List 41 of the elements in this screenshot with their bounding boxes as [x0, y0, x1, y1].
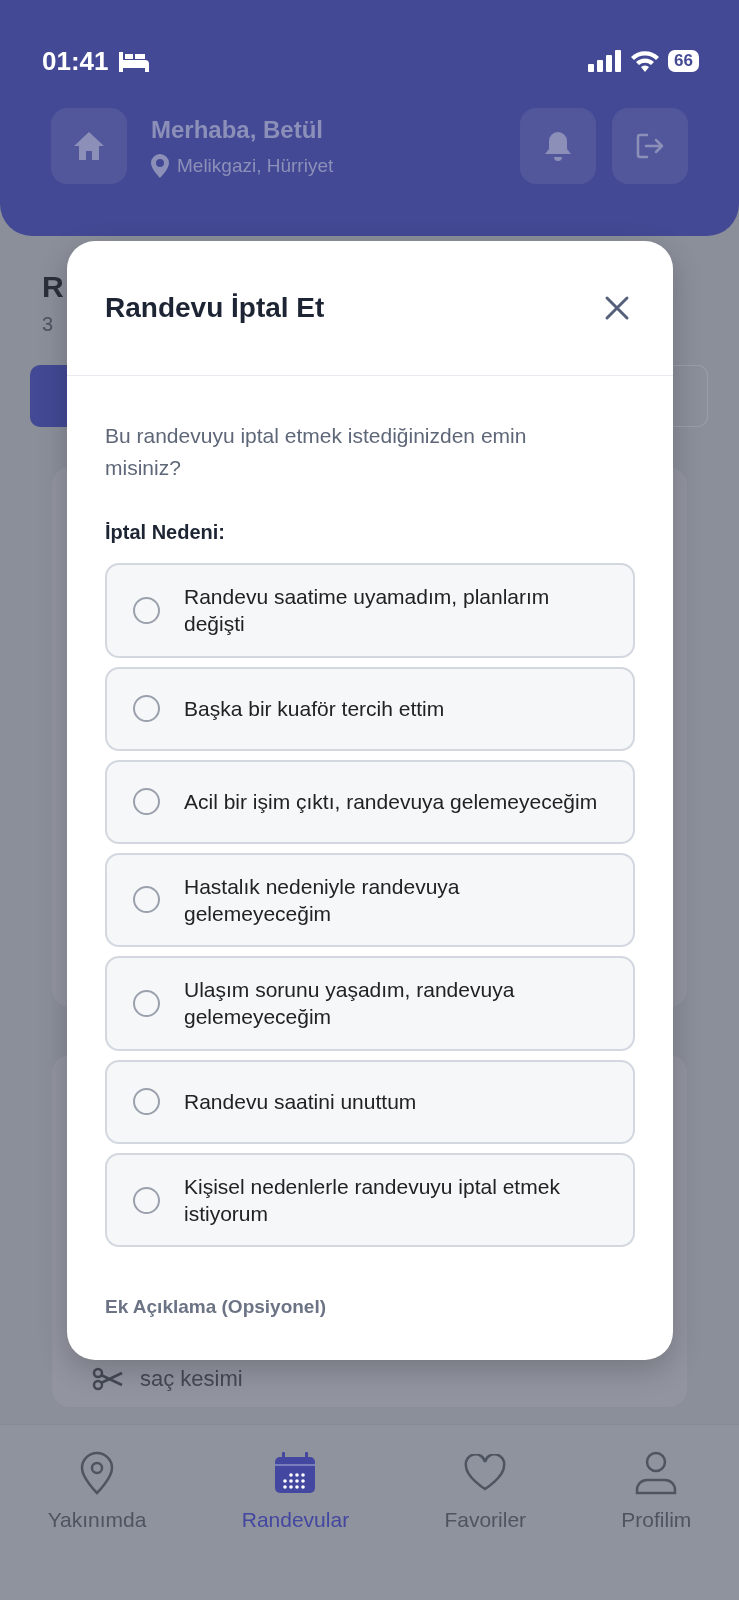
radio-button[interactable] — [133, 990, 160, 1017]
bell-icon — [544, 130, 572, 162]
battery-indicator: 66 — [668, 50, 699, 72]
page-title: R — [42, 269, 64, 305]
reason-option[interactable]: Randevu saatime uyamadım, planlarım değişti — [105, 563, 635, 658]
location-text: Melikgazi, Hürriyet — [177, 153, 334, 178]
radio-button[interactable] — [133, 1186, 160, 1214]
dialog-title: Randevu İptal Et — [105, 291, 325, 325]
reason-option[interactable]: Hastalık nedeniyle randevuya gelemeyeceğim — [105, 852, 635, 948]
confirmation-question: Bu randevuyu iptal etmek istediğinizden emin misiniz? — [105, 423, 528, 481]
page-subtitle: 3 — [42, 312, 54, 337]
wifi-icon — [630, 50, 661, 72]
radio-button[interactable] — [133, 788, 160, 816]
reason-option[interactable]: Ulaşım sorunu yaşadım, randevuya gelemeyeceğim — [105, 956, 635, 1051]
reason-option[interactable]: Acil bir işim çıktı, randevuya gelemeyeceğim — [105, 759, 635, 844]
reason-label: İptal Nedeni: — [105, 520, 226, 545]
logout-button[interactable] — [612, 108, 688, 184]
home-icon — [72, 130, 106, 162]
heart-icon — [464, 1454, 507, 1492]
logout-icon — [635, 132, 665, 160]
reason-option[interactable]: Kişisel nedenlerle randevuyu iptal etmek istiyorum — [105, 1152, 635, 1248]
reason-option[interactable]: Başka bir kuaför tercih ettim — [105, 666, 635, 751]
reason-option[interactable]: Randevu saatini unuttum — [105, 1059, 635, 1144]
note-label: Ek Açıklama (Opsiyonel) — [105, 1295, 328, 1320]
scissors-icon — [92, 1366, 124, 1391]
location-pin-icon — [151, 154, 169, 178]
status-time: 01:41 — [42, 44, 109, 78]
greeting-text: Merhaba, Betül — [151, 114, 325, 145]
service-text: saç kesimi — [140, 1365, 243, 1393]
radio-button[interactable] — [133, 1088, 160, 1116]
signal-icon — [588, 50, 623, 72]
home-button[interactable] — [51, 108, 127, 184]
bed-icon — [116, 50, 151, 72]
radio-button[interactable] — [133, 596, 160, 624]
notification-button[interactable] — [520, 108, 596, 184]
calendar-icon — [273, 1451, 318, 1495]
radio-button[interactable] — [133, 695, 160, 723]
close-icon — [604, 295, 630, 321]
radio-button[interactable] — [133, 886, 160, 914]
person-icon — [635, 1451, 678, 1495]
location-pin-icon — [80, 1451, 115, 1495]
